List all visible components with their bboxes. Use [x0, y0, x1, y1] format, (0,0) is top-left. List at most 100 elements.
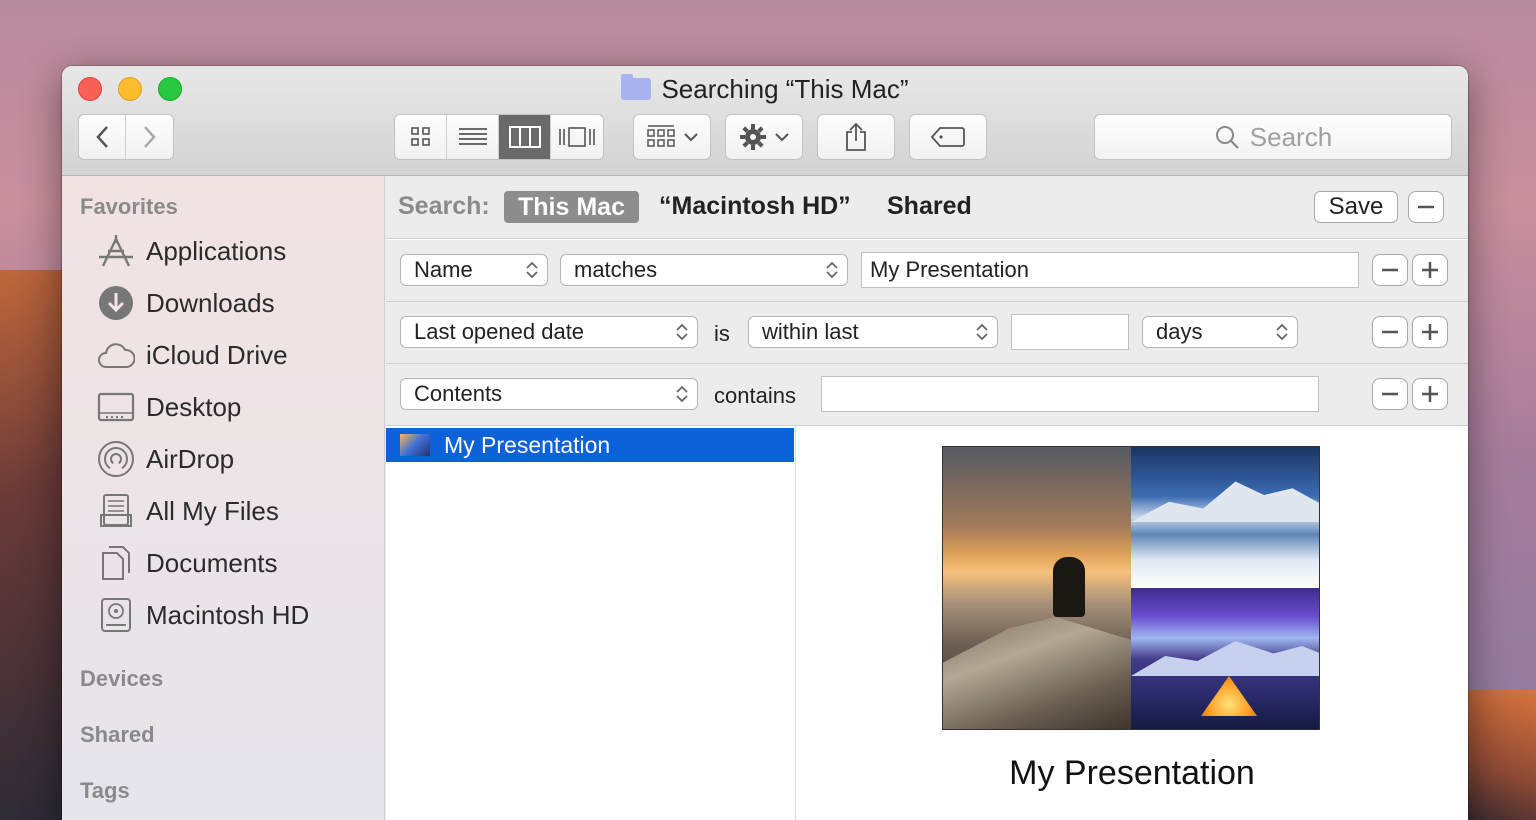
action-button[interactable] — [725, 114, 803, 160]
operator-value: within last — [762, 319, 859, 344]
keynote-file-icon — [400, 434, 430, 456]
add-criteria-button[interactable] — [1412, 378, 1448, 410]
photo-night-mountains — [1131, 641, 1319, 676]
add-criteria-button[interactable] — [1412, 254, 1448, 286]
updown-arrows-icon — [676, 323, 688, 341]
contents-value-field[interactable] — [821, 376, 1319, 412]
desktop-icon — [96, 387, 136, 427]
name-value-field[interactable]: My Presentation — [861, 252, 1359, 288]
column-view-button[interactable] — [499, 115, 551, 159]
sidebar-item-label: Applications — [146, 235, 287, 266]
sidebar-item-icloud-drive[interactable]: iCloud Drive — [96, 335, 288, 375]
scope-shared[interactable]: Shared — [887, 192, 972, 221]
sidebar-item-label: AirDrop — [146, 443, 235, 474]
sidebar-item-documents[interactable]: Documents — [96, 543, 278, 583]
unit-value: days — [1156, 319, 1203, 344]
preview-pane: My Presentation — [796, 426, 1468, 820]
sidebar-item-airdrop[interactable]: AirDrop — [96, 439, 234, 479]
downloads-icon — [96, 283, 136, 323]
results-list: My Presentation — [386, 426, 796, 820]
chevron-down-icon — [684, 133, 698, 142]
cover-flow-button[interactable] — [551, 115, 603, 159]
icloud-icon — [96, 335, 136, 375]
sidebar-header-shared[interactable]: Shared — [80, 722, 155, 748]
tags-button[interactable] — [909, 114, 987, 160]
smart-folder-icon — [621, 74, 652, 100]
minus-icon — [1382, 330, 1398, 334]
list-view-button[interactable] — [447, 115, 499, 159]
minus-icon — [1418, 205, 1434, 209]
scope-this-mac[interactable]: This Mac — [504, 191, 639, 223]
unit-popup[interactable]: days — [1142, 316, 1298, 348]
sidebar-item-desktop[interactable]: Desktop — [96, 387, 241, 427]
applications-icon — [96, 231, 136, 271]
grid-icon — [410, 127, 430, 146]
photo-tent — [1201, 676, 1257, 716]
sidebar-item-label: Macintosh HD — [146, 599, 310, 630]
criteria-row-name: Name matches My Presentation — [386, 240, 1468, 302]
remove-criteria-button[interactable] — [1372, 378, 1408, 410]
window-title-text: Searching “This Mac” — [661, 74, 909, 104]
attribute-value: Contents — [414, 381, 503, 406]
operator-popup[interactable]: matches — [560, 254, 848, 286]
plus-icon — [1422, 386, 1438, 402]
attribute-popup[interactable]: Name — [400, 254, 548, 286]
sidebar-item-applications[interactable]: Applications — [96, 231, 286, 271]
sidebar: Favorites Applications Downloads iCloud … — [62, 176, 385, 820]
wallpaper-mountain-right — [1466, 690, 1536, 820]
updown-arrows-icon — [976, 323, 988, 341]
share-icon — [846, 122, 866, 151]
documents-icon — [96, 543, 136, 583]
sidebar-header-favorites: Favorites — [80, 194, 178, 219]
window-title: Searching “This Mac” — [62, 74, 1468, 105]
sidebar-item-downloads[interactable]: Downloads — [96, 283, 275, 323]
days-count-field[interactable] — [1011, 314, 1129, 350]
scope-macintosh-hd[interactable]: “Macintosh HD” — [659, 192, 851, 221]
attribute-popup[interactable]: Contents — [400, 378, 698, 410]
remove-criteria-button[interactable] — [1372, 316, 1408, 348]
sidebar-header-devices[interactable]: Devices — [80, 666, 163, 692]
criteria-row-last-opened: Last opened date is within last days — [386, 302, 1468, 364]
share-button[interactable] — [817, 114, 895, 160]
remove-criteria-button[interactable] — [1372, 254, 1408, 286]
sidebar-header-tags[interactable]: Tags — [80, 778, 130, 804]
list-item[interactable]: My Presentation — [386, 428, 794, 462]
result-name: My Presentation — [444, 431, 611, 458]
plus-icon — [1422, 324, 1438, 340]
back-button[interactable] — [79, 115, 127, 159]
arrange-grid-icon — [647, 125, 675, 147]
photo-sunset-hiker — [943, 447, 1131, 729]
operator-value: matches — [574, 257, 658, 282]
icon-view-button[interactable] — [395, 115, 447, 159]
save-search-button[interactable]: Save — [1314, 191, 1398, 223]
columns-icon — [508, 126, 541, 148]
minus-icon — [1382, 392, 1398, 396]
cover-flow-icon — [559, 127, 595, 147]
preview-thumbnail[interactable] — [942, 446, 1320, 730]
sidebar-item-label: Documents — [146, 547, 278, 578]
add-criteria-button[interactable] — [1412, 316, 1448, 348]
attribute-popup[interactable]: Last opened date — [400, 316, 698, 348]
sidebar-item-macintosh-hd[interactable]: Macintosh HD — [96, 595, 309, 635]
search-placeholder: Search — [1249, 121, 1333, 152]
chevron-left-icon — [96, 126, 108, 148]
criteria-row-contents: Contents contains — [386, 364, 1468, 426]
chevron-right-icon — [143, 126, 156, 148]
operator-popup[interactable]: within last — [748, 316, 998, 348]
updown-arrows-icon — [676, 385, 688, 403]
sidebar-item-label: All My Files — [146, 495, 279, 526]
minus-icon — [1382, 268, 1398, 272]
photo-person — [1053, 557, 1085, 617]
view-mode-control — [394, 114, 604, 160]
photo-night-tent — [1131, 588, 1319, 729]
forward-button[interactable] — [126, 115, 173, 159]
updown-arrows-icon — [526, 261, 538, 279]
remove-scope-button[interactable] — [1408, 191, 1444, 223]
arrange-button[interactable] — [633, 114, 711, 160]
connector-label: is — [714, 321, 730, 346]
search-field[interactable]: Search — [1094, 114, 1452, 160]
sidebar-item-all-my-files[interactable]: All My Files — [96, 491, 279, 531]
photo-snow-mountains — [1131, 481, 1319, 522]
wallpaper-mountain-left — [0, 270, 70, 820]
search-icon — [1215, 126, 1239, 149]
